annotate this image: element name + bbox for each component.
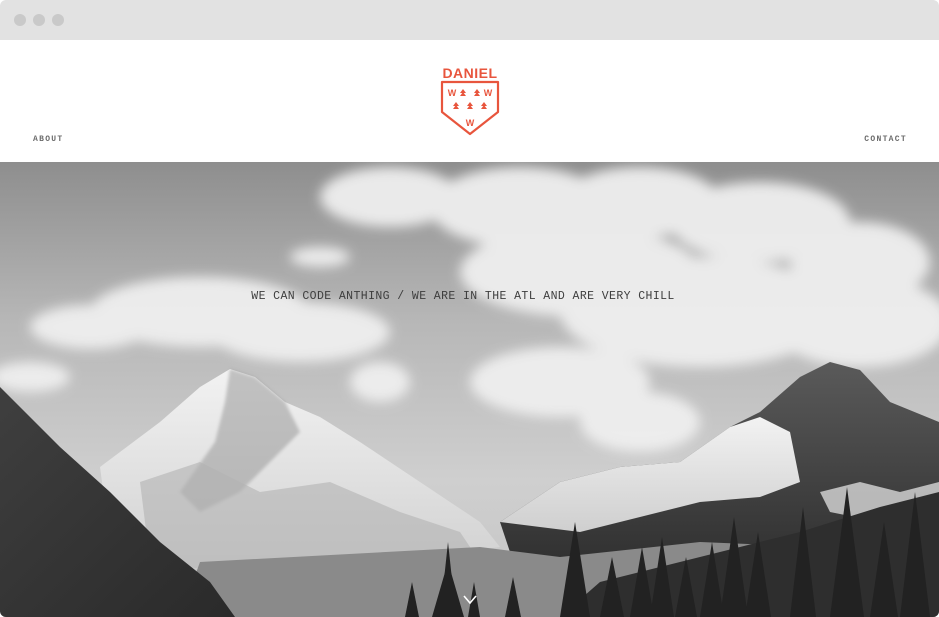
hero-background-image [0,162,939,617]
nav-about-link[interactable]: ABOUT [33,135,64,144]
logo-wordmark: DANIEL [442,65,497,81]
site-header: ABOUT DANIEL W W W CONTACT [0,40,939,162]
window-minimize-button[interactable] [33,14,45,26]
window-maximize-button[interactable] [52,14,64,26]
hero-tagline: WE CAN CODE ANTHING / WE ARE IN THE ATL … [251,290,675,303]
nav-contact-link[interactable]: CONTACT [864,135,907,144]
tree-icon [460,89,466,96]
chevron-down-icon[interactable] [462,594,478,606]
hero-section: WE CAN CODE ANTHING / WE ARE IN THE ATL … [0,162,939,617]
tree-icon [481,102,487,109]
tree-icon [474,89,480,96]
tree-icon [467,102,473,109]
browser-window: ABOUT DANIEL W W W CONTACT WE CAN CODE A… [0,0,939,617]
window-close-button[interactable] [14,14,26,26]
logo-tree-icons [453,89,487,109]
daniel-shield-logo[interactable]: DANIEL W W W [438,64,502,138]
tree-icon [453,102,459,109]
logo-letter-bottom: W [466,118,475,128]
logo-letter-left: W [448,88,457,98]
logo-letter-right: W [484,88,493,98]
browser-chrome [0,0,939,40]
